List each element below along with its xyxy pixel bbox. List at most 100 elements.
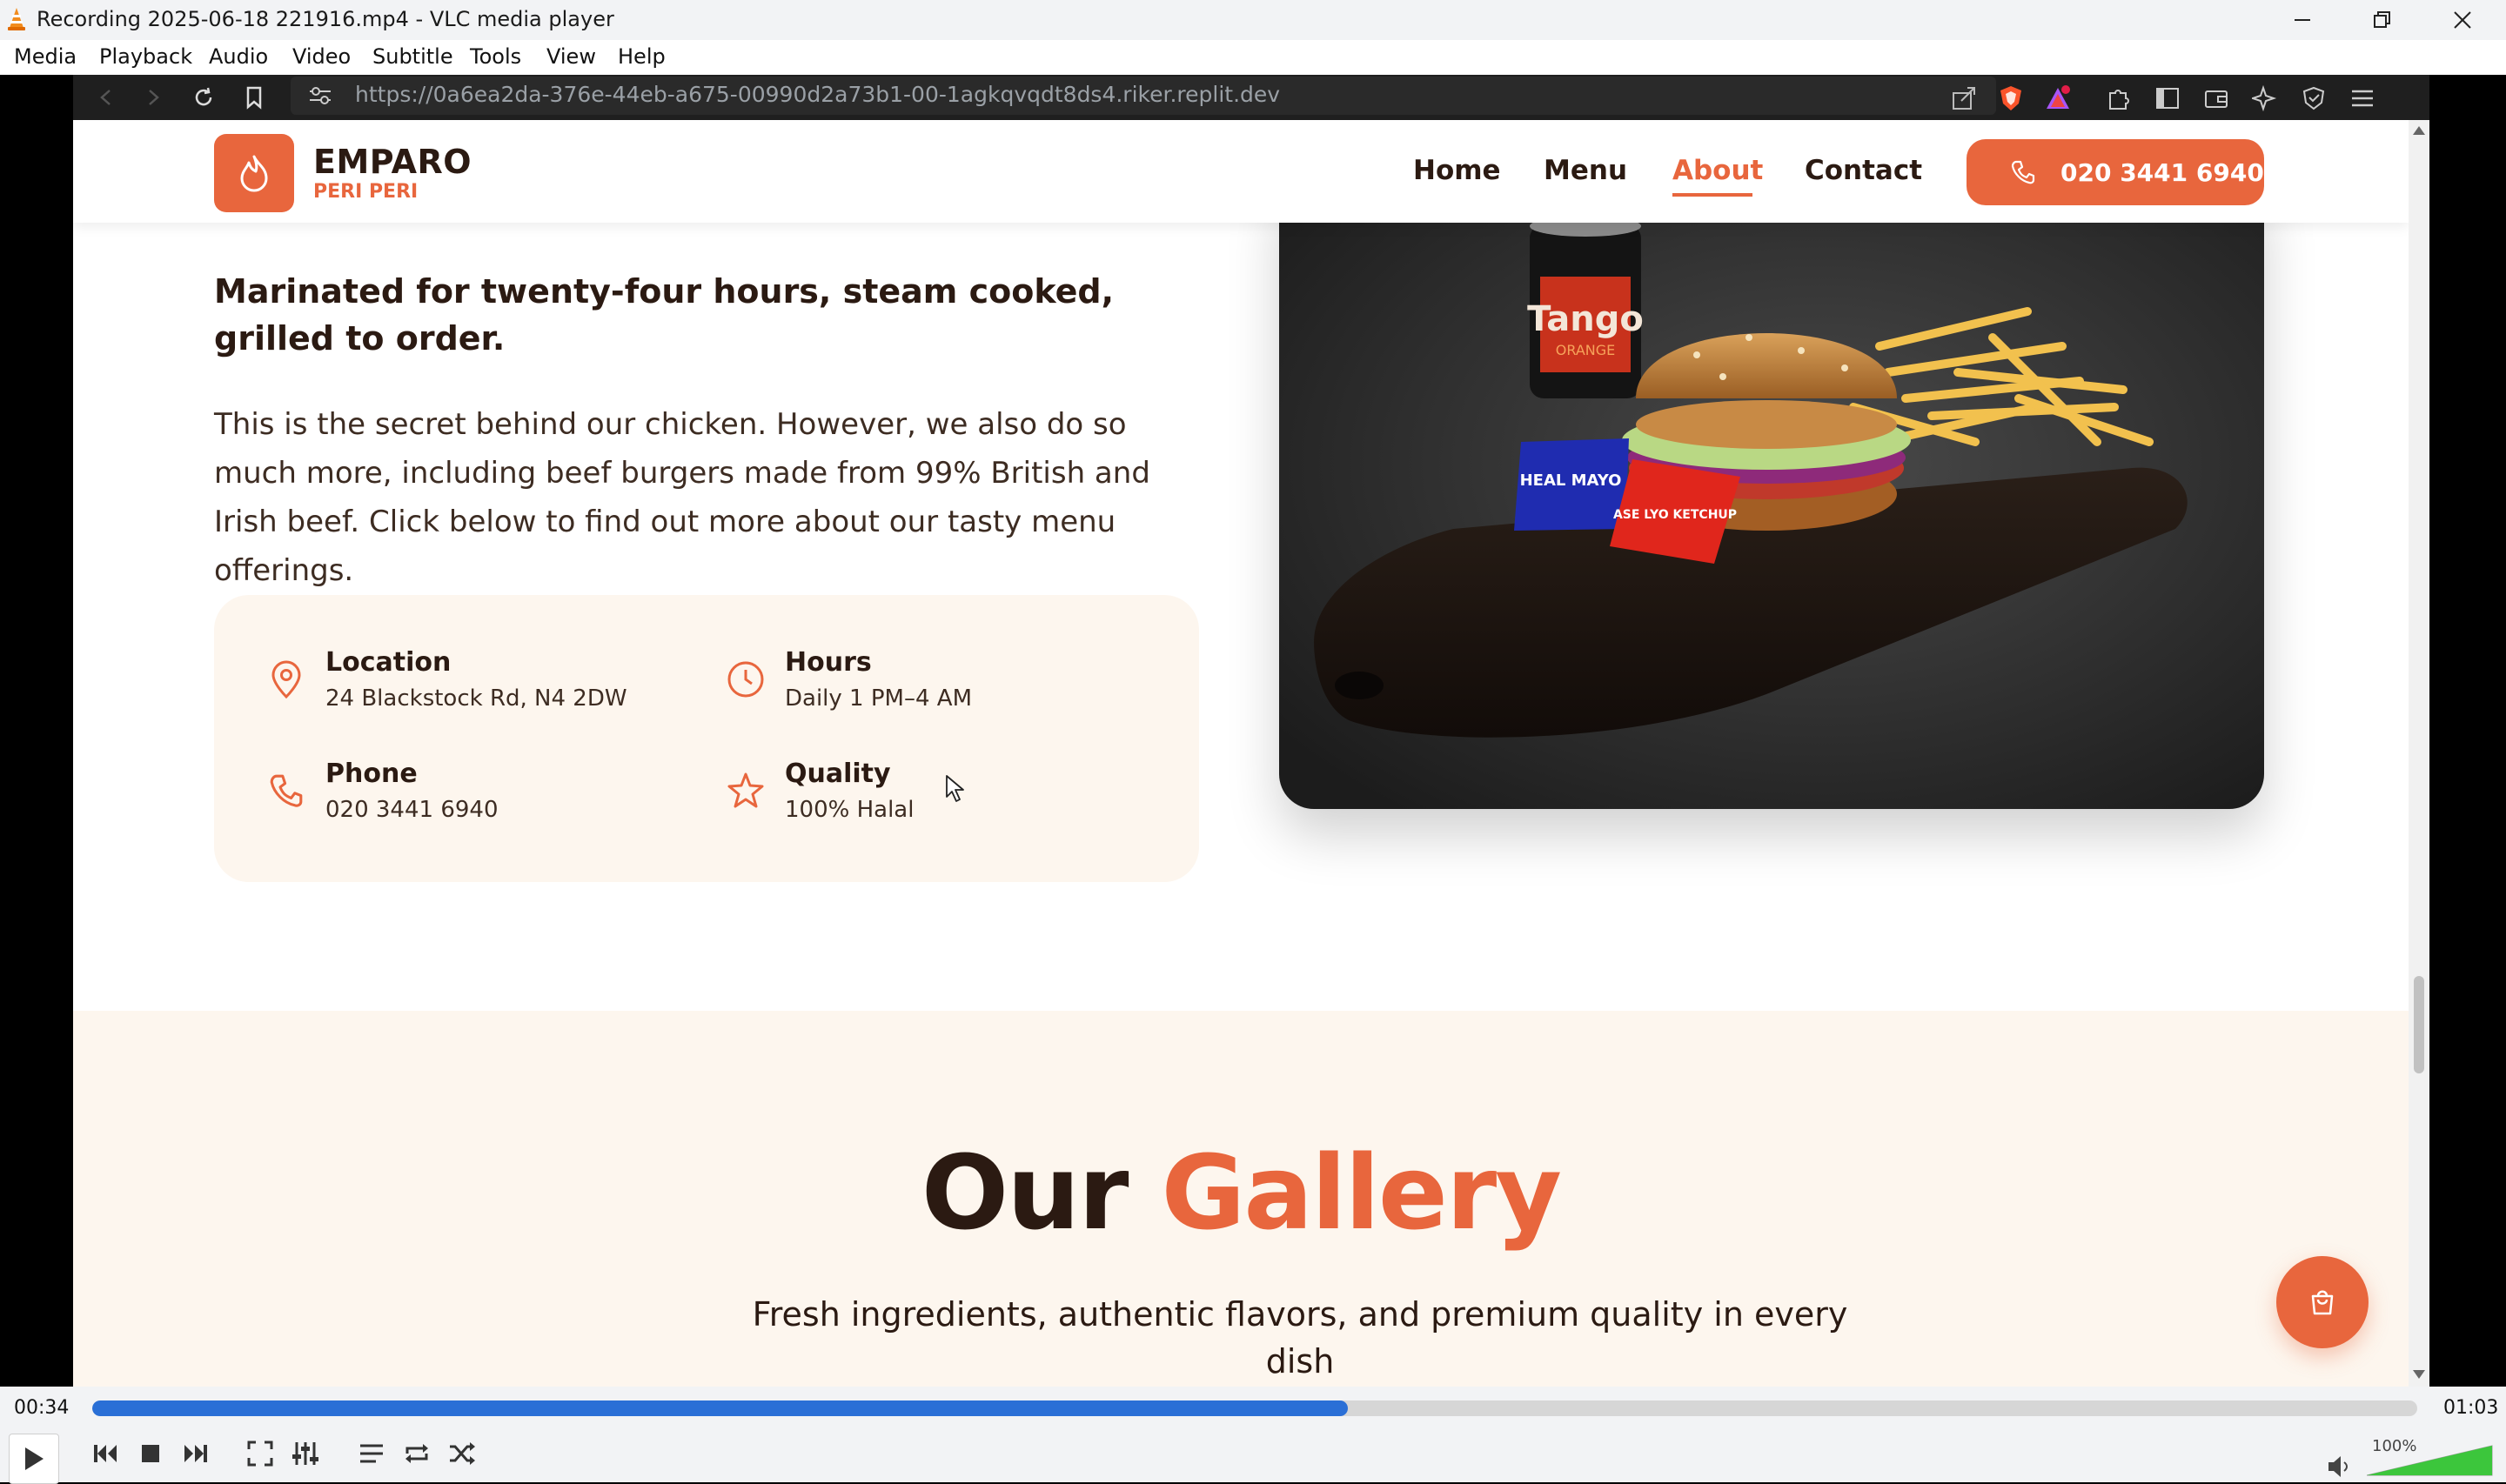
menu-tools[interactable]: Tools <box>470 44 521 69</box>
speaker-icon[interactable] <box>2327 1454 2353 1479</box>
menu-video[interactable]: Video <box>292 44 351 69</box>
gallery-title-our: Our <box>921 1133 1129 1253</box>
menu-audio[interactable]: Audio <box>209 44 268 69</box>
website-viewport: Tango ORANGE HEAL MAYO ASE LYO KETCHUP E… <box>73 120 2409 1387</box>
location-value: 24 Blackstock Rd, N4 2DW <box>325 685 627 712</box>
hours-title: Hours <box>785 647 872 678</box>
leo-ai-button[interactable] <box>2250 84 2280 113</box>
nav-home[interactable]: Home <box>1413 155 1501 186</box>
mayo-label: HEAL MAYO <box>1520 471 1622 490</box>
menu-media[interactable]: Media <box>14 44 77 69</box>
volume-slider[interactable] <box>2367 1441 2496 1479</box>
stop-icon <box>142 1445 159 1462</box>
rewards-triangle-icon <box>2047 85 2070 109</box>
window-title: Recording 2025-06-18 221916.mp4 - VLC me… <box>37 7 614 31</box>
close-icon <box>2454 11 2471 29</box>
cart-floating-button[interactable] <box>2276 1256 2369 1348</box>
nav-menu[interactable]: Menu <box>1544 155 1627 186</box>
menu-subtitle[interactable]: Subtitle <box>372 44 453 69</box>
extended-settings-button[interactable] <box>284 1432 327 1475</box>
about-body: This is the secret behind our chicken. H… <box>214 407 1150 588</box>
browser-back-button[interactable] <box>89 80 124 115</box>
puzzle-icon <box>2109 90 2129 110</box>
brand-name[interactable]: EMPARO <box>313 143 472 181</box>
gallery-title-gallery: Gallery <box>1161 1133 1563 1253</box>
equalizer-sliders-icon <box>292 1442 318 1465</box>
stop-button[interactable] <box>129 1432 172 1475</box>
clock-icon <box>726 659 766 699</box>
quality-title: Quality <box>785 759 891 789</box>
can-brand-text: Tango <box>1527 299 1644 339</box>
sparkle-icon <box>2252 85 2277 111</box>
skip-next-icon <box>184 1445 207 1462</box>
page-scrollbar[interactable] <box>2409 120 2429 1387</box>
menu-playback[interactable]: Playback <box>99 44 192 69</box>
share-icon <box>1953 87 1975 110</box>
shuffle-icon <box>450 1442 475 1465</box>
wallet-icon <box>2205 90 2228 108</box>
video-surface[interactable]: https://0a6ea2da-376e-44eb-a675-00990d2a… <box>0 75 2506 1387</box>
shuffle-button[interactable] <box>440 1432 484 1475</box>
site-header: EMPARO PERI PERI Home Menu About Contact… <box>73 120 2409 223</box>
close-button[interactable] <box>2422 0 2503 40</box>
play-icon <box>25 1447 44 1470</box>
vlc-menu-bar: Media Playback Audio Video Subtitle Tool… <box>0 40 2506 75</box>
ketchup-label: ASE LYO KETCHUP <box>1613 508 1737 522</box>
location-pin-icon <box>266 659 306 699</box>
vlc-controls: 00:34 01:03 100% <box>0 1387 2506 1484</box>
repeat-icon <box>405 1444 428 1463</box>
wallet-button[interactable] <box>2201 84 2231 113</box>
play-button[interactable] <box>9 1434 59 1484</box>
bookmark-button[interactable] <box>237 80 271 115</box>
minimize-icon <box>2295 19 2310 21</box>
quality-value: 100% Halal <box>785 797 915 823</box>
tango-can: Tango ORANGE <box>1527 216 1644 398</box>
gallery-title: Our Gallery <box>73 1133 2409 1253</box>
call-button[interactable]: 020 3441 6940 <box>1967 139 2264 205</box>
scrollbar-thumb[interactable] <box>2414 976 2424 1073</box>
reload-icon <box>195 87 212 106</box>
fullscreen-button[interactable] <box>238 1432 282 1475</box>
next-button[interactable] <box>174 1432 218 1475</box>
gallery-section: Our Gallery Fresh ingredients, authentic… <box>73 1011 2409 1387</box>
seek-bar[interactable] <box>92 1400 2417 1416</box>
phone-icon <box>2011 160 2035 184</box>
call-button-label: 020 3441 6940 <box>2060 157 2264 187</box>
browser-forward-button[interactable] <box>136 80 171 115</box>
playlist-button[interactable] <box>350 1432 393 1475</box>
scroll-up-icon[interactable] <box>2412 125 2426 136</box>
menu-help[interactable]: Help <box>618 44 666 69</box>
sidebar-button[interactable] <box>2153 84 2182 113</box>
sidebar-icon <box>2156 88 2179 109</box>
scroll-down-icon[interactable] <box>2412 1369 2426 1380</box>
browser-menu-button[interactable] <box>2348 84 2377 113</box>
time-elapsed[interactable]: 00:34 <box>14 1397 69 1419</box>
previous-button[interactable] <box>84 1432 127 1475</box>
arrow-right-icon <box>149 90 159 105</box>
nav-about[interactable]: About <box>1672 155 1763 186</box>
vpn-button[interactable] <box>2299 84 2328 113</box>
share-button[interactable] <box>1949 84 1979 113</box>
brave-shields-button[interactable] <box>1996 84 2026 113</box>
browser-reload-button[interactable] <box>186 80 221 115</box>
skip-previous-icon <box>94 1445 117 1462</box>
burger-meal-image: Tango ORANGE HEAL MAYO ASE LYO KETCHUP <box>1279 181 2264 809</box>
minimize-button[interactable] <box>2262 0 2342 40</box>
can-flavor-text: ORANGE <box>1556 342 1615 358</box>
loop-button[interactable] <box>395 1432 439 1475</box>
logo-badge[interactable] <box>214 134 294 212</box>
seek-progress <box>92 1400 1348 1416</box>
site-settings-icon <box>310 87 331 104</box>
restore-icon <box>2374 11 2390 28</box>
address-bar[interactable]: https://0a6ea2da-376e-44eb-a675-00990d2a… <box>291 77 1996 115</box>
nav-contact[interactable]: Contact <box>1805 155 1922 186</box>
restore-button[interactable] <box>2342 0 2422 40</box>
brave-rewards-button[interactable] <box>2043 84 2073 113</box>
playlist-icon <box>360 1444 383 1463</box>
phone-outline-icon <box>266 771 306 811</box>
brave-shield-icon <box>2000 86 2021 110</box>
time-total[interactable]: 01:03 <box>2443 1397 2498 1419</box>
extensions-button[interactable] <box>2104 84 2134 113</box>
menu-view[interactable]: View <box>546 44 596 69</box>
mayo-sachet: HEAL MAYO <box>1514 438 1629 531</box>
